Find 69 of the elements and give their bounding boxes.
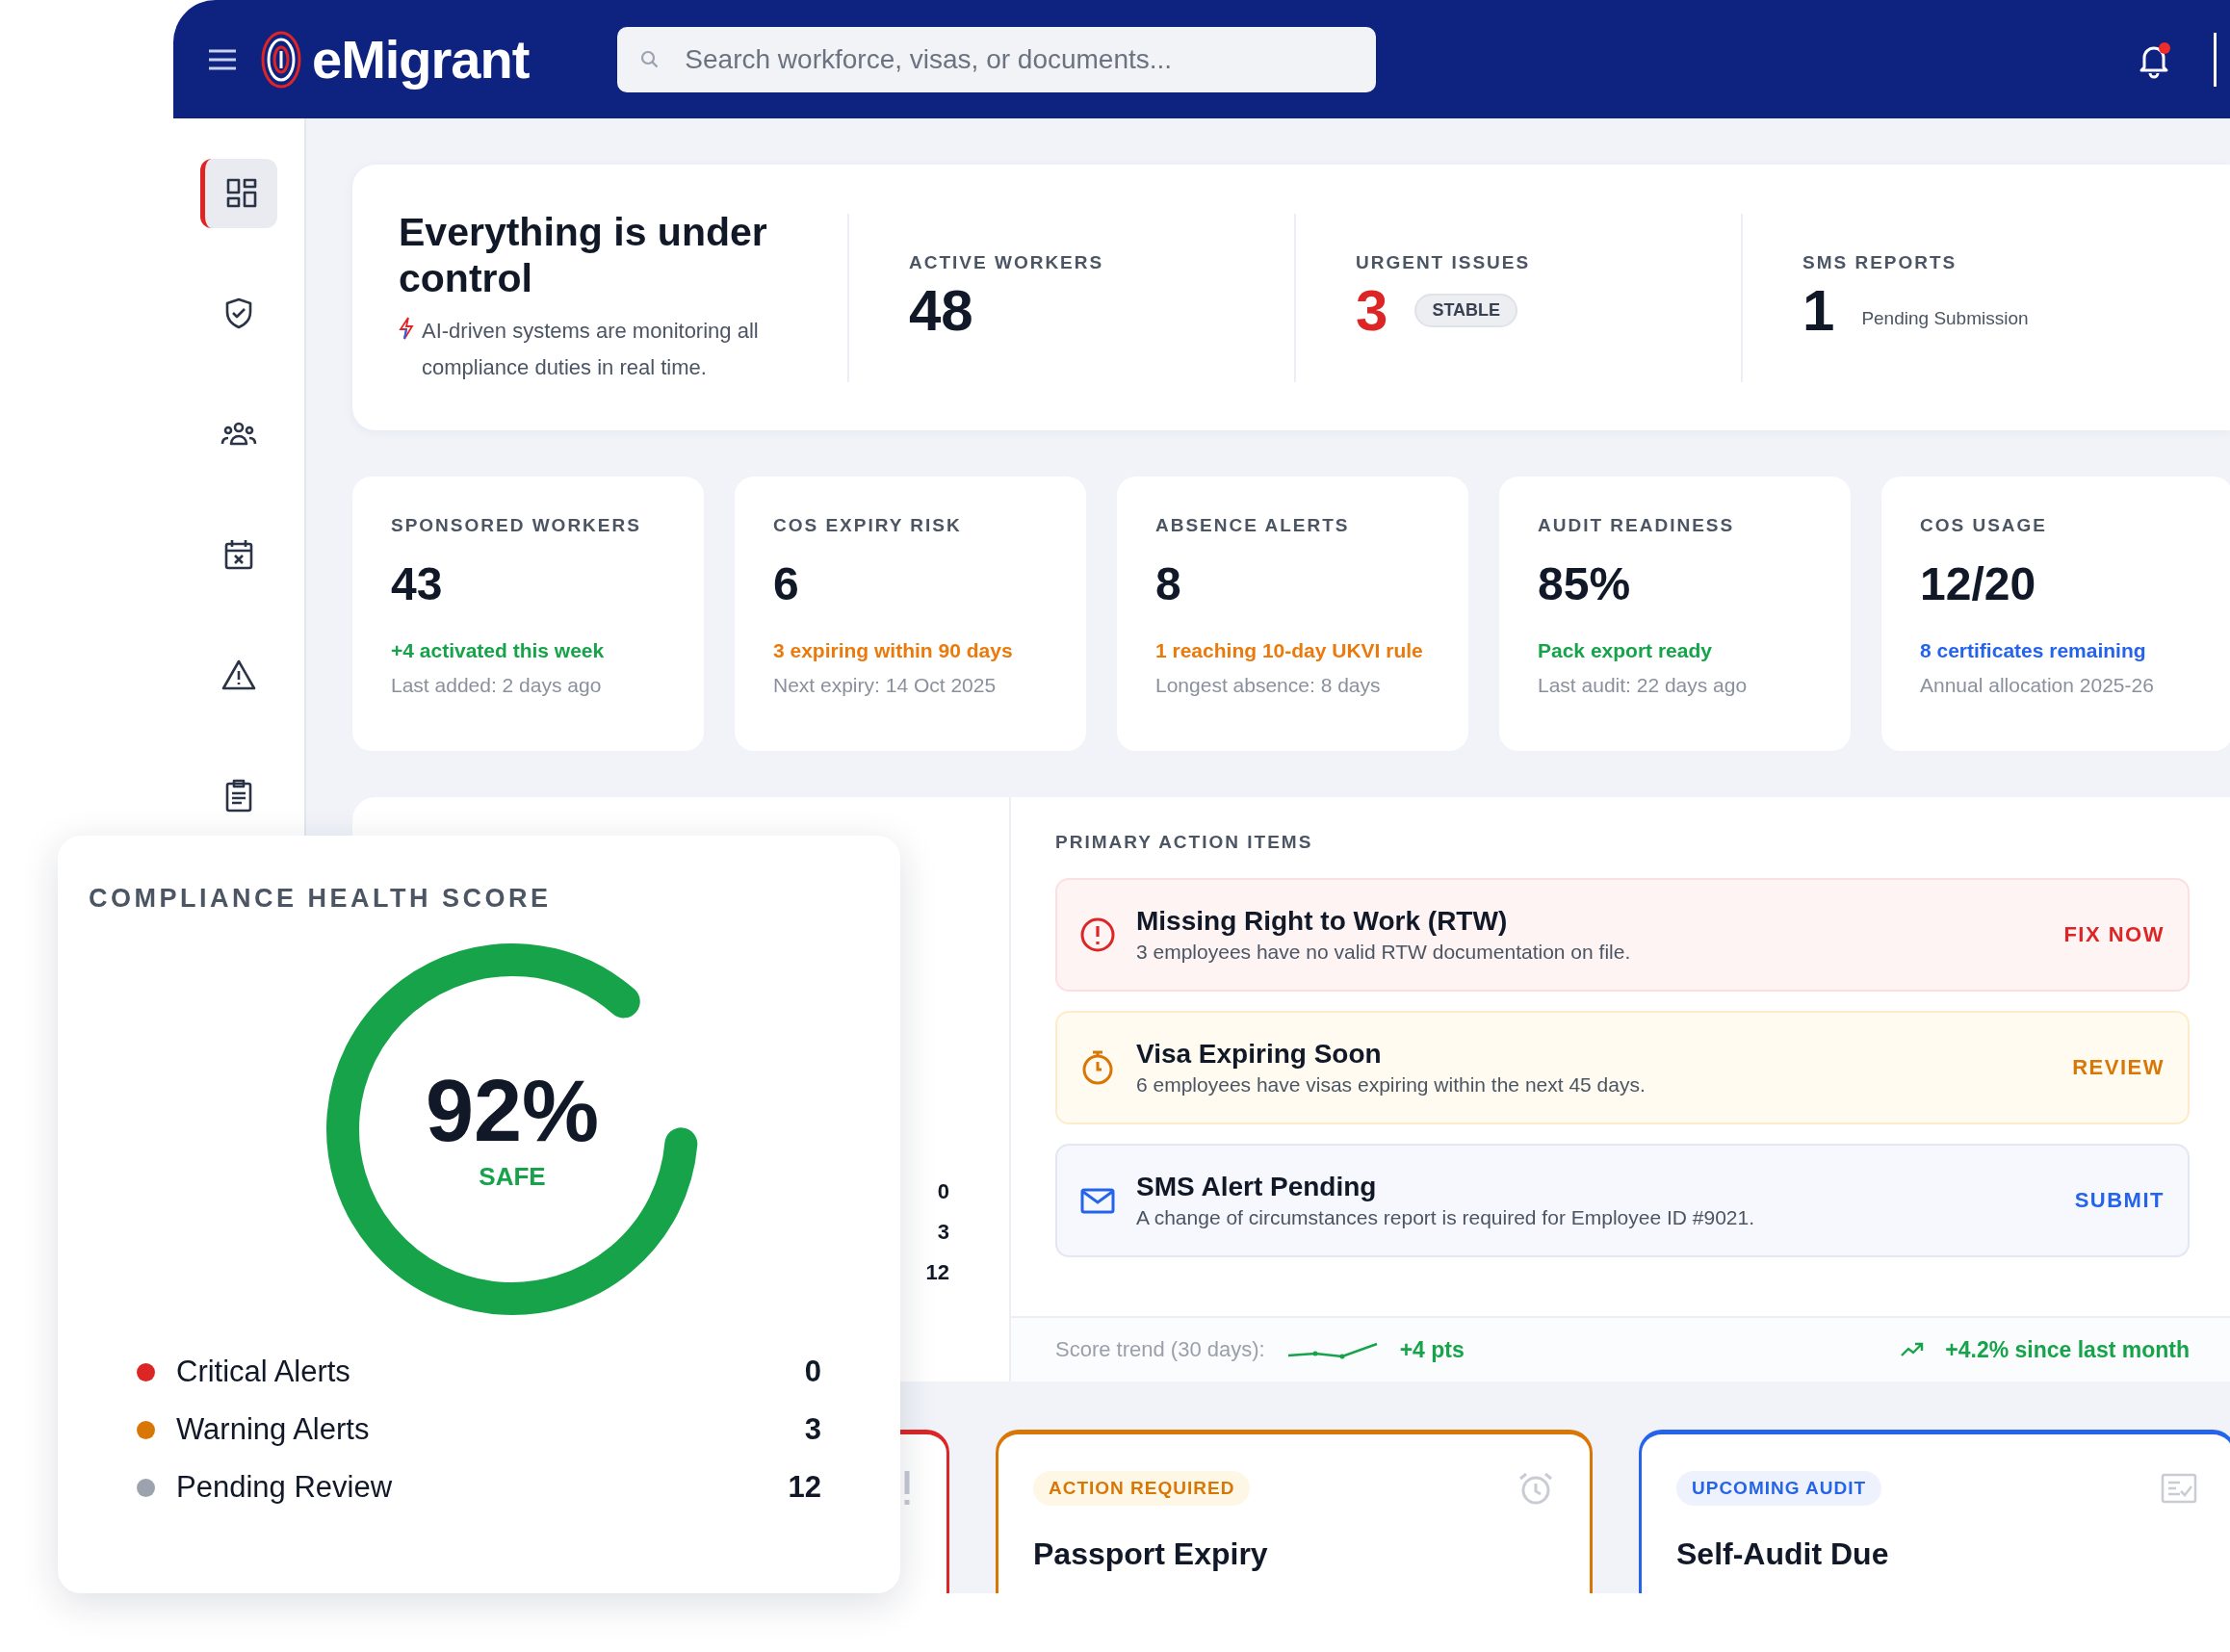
stat-label: URGENT ISSUES <box>1356 251 1532 273</box>
action-description: 3 employees have no valid RTW documentation on file. <box>1136 941 1632 964</box>
legend-value: 0 <box>804 1355 821 1389</box>
stat-value: 3 <box>1356 276 1388 344</box>
legend-count: 12 <box>925 1260 949 1285</box>
action-link[interactable]: REVIEW <box>2072 1055 2165 1080</box>
trend-change: +4 pts <box>1399 1336 1465 1363</box>
search-field[interactable]: Search workforce, visas, or documents... <box>617 26 1377 92</box>
task-tag: UPCOMING AUDIT <box>1676 1471 1882 1506</box>
kpi-detail: Annual allocation 2025-26 <box>1920 674 2155 697</box>
score-value: 92% <box>425 1067 600 1154</box>
legend-count: 0 <box>937 1179 949 1204</box>
kpi-label: AUDIT READINESS <box>1538 515 1736 536</box>
stat-value: 1 <box>1802 276 1835 344</box>
section-title: PRIMARY ACTION ITEMS <box>1055 832 1314 853</box>
kpi-highlight: 8 certificates remaining <box>1920 639 2147 662</box>
kpi-label: ABSENCE ALERTS <box>1155 515 1351 536</box>
action-title: SMS Alert Pending <box>1136 1172 1378 1202</box>
stat-value: 48 <box>909 276 973 344</box>
trend-label: Score trend (30 days): <box>1055 1337 1265 1362</box>
kpi-highlight: 3 expiring within 90 days <box>773 639 1014 662</box>
score-status: SAFE <box>479 1161 546 1192</box>
dashboard-nav-item[interactable] <box>200 159 277 228</box>
health-score-title: COMPLIANCE HEALTH SCORE <box>89 884 553 914</box>
legend-label: Critical Alerts <box>176 1355 351 1389</box>
legend-label: Warning Alerts <box>176 1412 371 1447</box>
action-description: A change of circumstances report is required for Employee ID #9021. <box>1136 1206 1755 1229</box>
kpi-label: COS EXPIRY RISK <box>773 515 963 536</box>
kpi-value: 8 <box>1155 557 1182 610</box>
stat-note: Pending Submission <box>1861 308 2029 329</box>
action-description: 6 employees have visas expiring within the next 45 days. <box>1136 1073 1647 1097</box>
kpi-label: SPONSORED WORKERS <box>391 515 642 536</box>
task-tag: ACTION REQUIRED <box>1033 1471 1251 1506</box>
kpi-detail: Longest absence: 8 days <box>1155 674 1382 697</box>
logo-icon <box>260 29 302 90</box>
monthly-change: +4.2% since last month <box>1945 1336 2190 1363</box>
legend-count: 3 <box>937 1220 949 1245</box>
action-link[interactable]: FIX NOW <box>2063 922 2165 947</box>
task-title: Self-Audit Due <box>1676 1536 1890 1572</box>
kpi-value: 12/20 <box>1920 557 2037 610</box>
stat-label: ACTIVE WORKERS <box>909 251 1105 273</box>
lightning-icon <box>399 317 414 340</box>
kpi-label: COS USAGE <box>1920 515 2049 536</box>
exclamation-icon <box>902 1469 912 1508</box>
summary-title: Everything is under control <box>399 209 768 301</box>
menu-icon[interactable] <box>208 48 237 70</box>
trending-up-icon <box>1901 1342 1925 1357</box>
kpi-highlight: +4 activated this week <box>391 639 606 662</box>
kpi-value: 85% <box>1538 557 1632 610</box>
kpi-highlight: Pack export ready <box>1538 639 1713 662</box>
legend-label: Pending Review <box>176 1470 394 1505</box>
summary-subtitle: AI-driven systems are monitoring all compliance duties in real time. <box>422 318 760 381</box>
kpi-value: 43 <box>391 557 444 610</box>
legend-value: 3 <box>804 1412 821 1447</box>
task-title: Passport Expiry <box>1033 1536 1269 1572</box>
kpi-detail: Last added: 2 days ago <box>391 674 603 697</box>
brand-name: eMigrant <box>312 28 530 90</box>
action-title: Visa Expiring Soon <box>1136 1039 1383 1070</box>
kpi-value: 6 <box>773 557 800 610</box>
stat-label: SMS REPORTS <box>1802 251 1958 273</box>
kpi-detail: Next expiry: 14 Oct 2025 <box>773 674 998 697</box>
action-title: Missing Right to Work (RTW) <box>1136 906 1509 937</box>
search-icon <box>640 49 661 69</box>
action-link[interactable]: SUBMIT <box>2074 1188 2165 1213</box>
legend-value: 12 <box>788 1470 821 1505</box>
kpi-highlight: 1 reaching 10-day UKVI rule <box>1155 639 1424 662</box>
status-badge: STABLE <box>1414 293 1518 327</box>
alert-circle-icon <box>1078 916 1117 954</box>
kpi-detail: Last audit: 22 days ago <box>1538 674 1749 697</box>
